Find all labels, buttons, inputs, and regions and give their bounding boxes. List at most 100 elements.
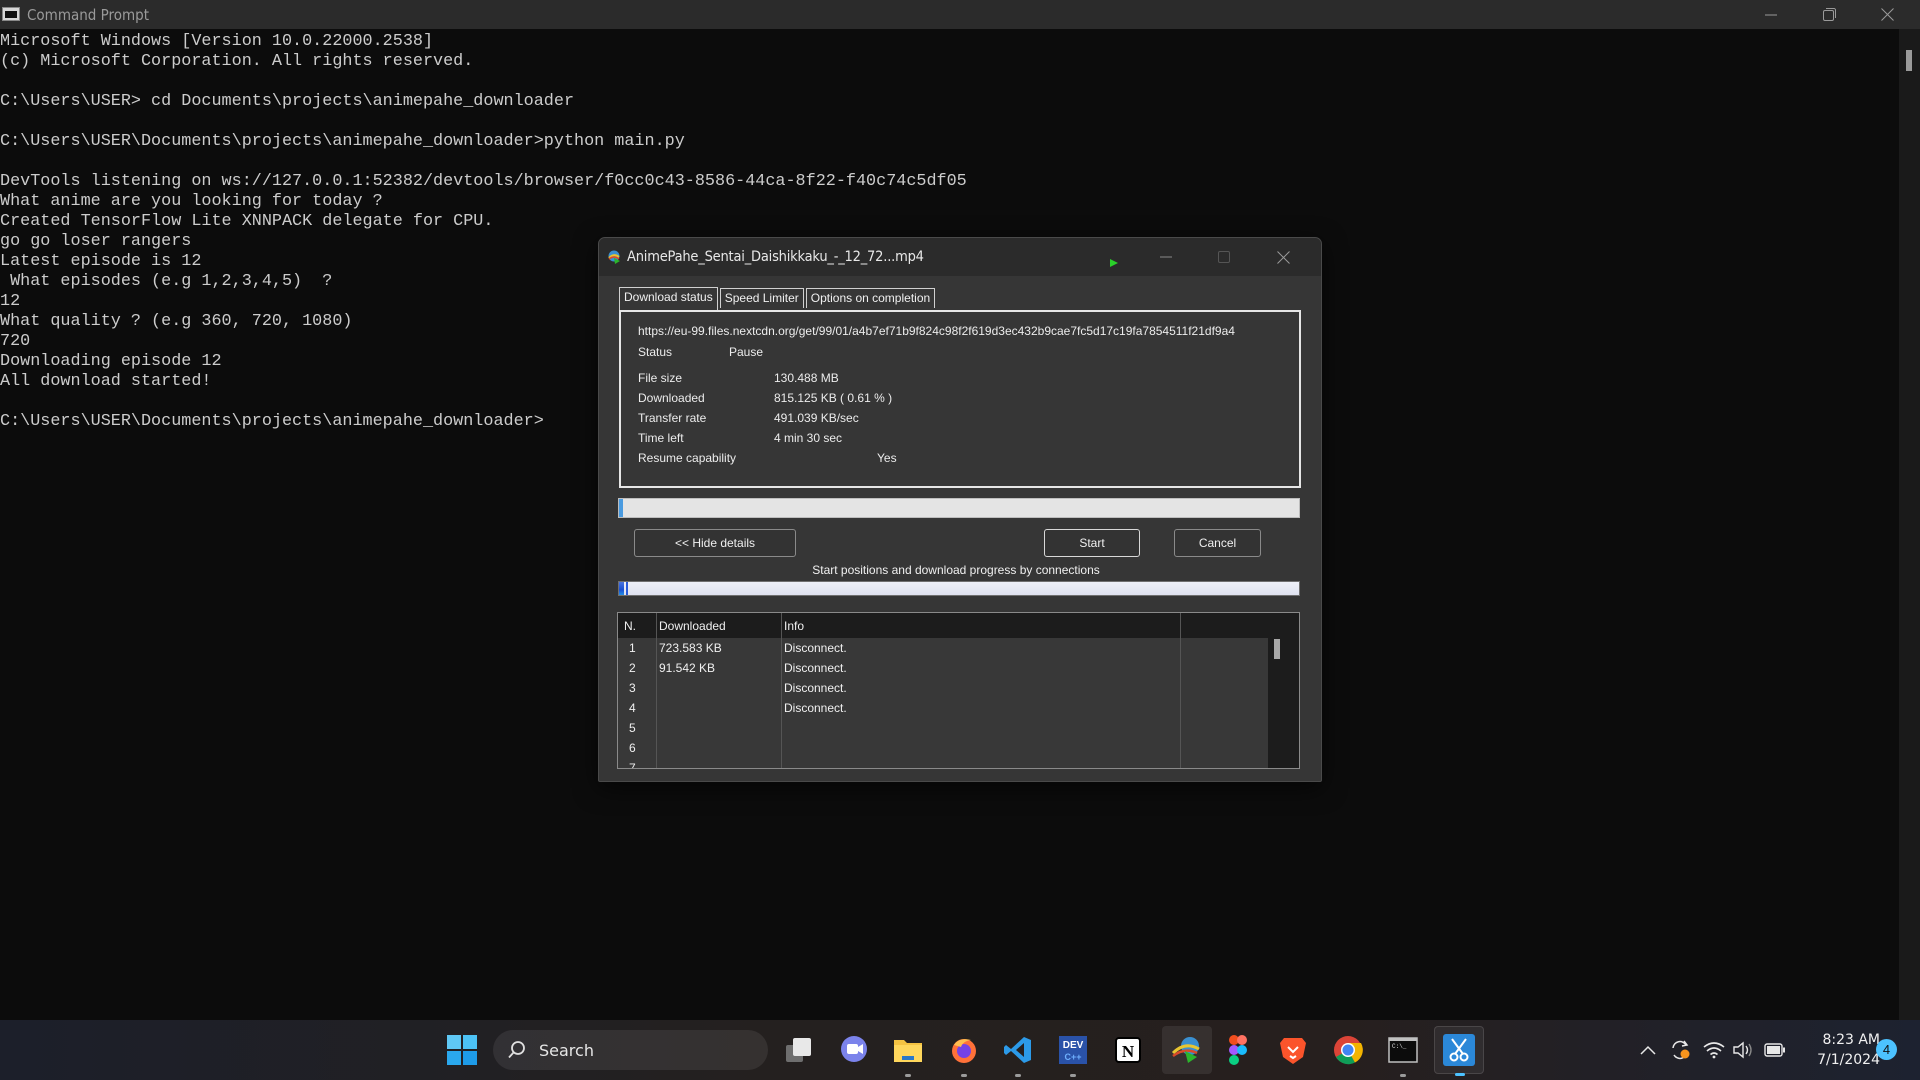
minimize-button[interactable]: [1742, 0, 1800, 29]
scrollbar-thumb[interactable]: [1906, 50, 1912, 71]
firefox-icon: [952, 1039, 976, 1063]
terminal-line: (c) Microsoft Corporation. All rights re…: [0, 52, 474, 71]
connections-caption: Start positions and download progress by…: [812, 563, 1100, 577]
connection-info: Disconnect.: [784, 681, 847, 695]
connection-number: 4: [629, 701, 636, 715]
chrome-button[interactable]: [1328, 1030, 1368, 1070]
terminal-scrollbar[interactable]: [1899, 29, 1920, 1020]
wifi-button[interactable]: [1701, 1020, 1727, 1080]
task-view-icon: [786, 1038, 811, 1062]
tab-options-on-completion[interactable]: Options on completion: [805, 288, 936, 308]
running-indicator: [1015, 1074, 1021, 1077]
connection-1-progress: [619, 582, 624, 595]
cancel-button[interactable]: Cancel: [1174, 529, 1261, 557]
svg-text:C++: C++: [1064, 1052, 1081, 1062]
vscode-icon: [1004, 1037, 1031, 1063]
file-explorer-button[interactable]: [888, 1030, 928, 1077]
tab-download-status[interactable]: Download status: [619, 287, 718, 310]
flag-icon: [1110, 259, 1118, 267]
svg-text:DEV: DEV: [1063, 1040, 1084, 1051]
dialog-title: AnimePahe_Sentai_Daishikkaku_-_12_72...m…: [627, 249, 924, 265]
show-hidden-icons-button[interactable]: [1638, 1020, 1658, 1080]
start-button[interactable]: Start: [1044, 529, 1140, 557]
tab-speed-limiter[interactable]: Speed Limiter: [719, 288, 804, 308]
download-progress-fill: [619, 499, 624, 517]
close-icon: [1276, 250, 1290, 264]
dialog-close-button[interactable]: [1263, 242, 1303, 272]
tab-bar: Download status Speed Limiter Options on…: [619, 287, 937, 310]
downloaded-label: Downloaded: [638, 391, 705, 405]
table-scrollbar[interactable]: [1268, 638, 1299, 768]
cmd-titlebar[interactable]: Command Prompt: [0, 0, 1920, 29]
clock-date: 7/1/2024: [1817, 1052, 1880, 1068]
terminal-line: C:\Users\USER> cd Documents\projects\ani…: [0, 92, 575, 111]
resume-capability-value: Yes: [877, 451, 897, 465]
firefox-button[interactable]: [944, 1030, 984, 1077]
vscode-button[interactable]: [998, 1030, 1038, 1077]
terminal-icon: C:\_: [1388, 1037, 1418, 1063]
close-button[interactable]: [1858, 0, 1916, 29]
column-header-n[interactable]: N.: [624, 619, 636, 633]
transfer-rate-value: 491.039 KB/sec: [774, 411, 859, 425]
notion-icon: N: [1115, 1037, 1141, 1063]
transfer-rate-label: Transfer rate: [638, 411, 707, 425]
connection-number: 3: [629, 681, 636, 695]
idm-icon: [1171, 1037, 1200, 1063]
connections-progress-bar: [618, 581, 1300, 596]
taskbar-search[interactable]: Search: [493, 1030, 768, 1070]
connection-number: 2: [629, 661, 636, 675]
connection-number: 7: [629, 761, 636, 769]
maximize-icon: [1218, 251, 1230, 263]
idm-button[interactable]: [1162, 1026, 1212, 1074]
column-separator: [781, 613, 782, 768]
connection-number: 6: [629, 741, 636, 755]
table-row[interactable]: 5: [618, 718, 1268, 738]
battery-button[interactable]: [1760, 1020, 1790, 1080]
column-header-info[interactable]: Info: [784, 619, 804, 633]
brave-button[interactable]: [1273, 1030, 1313, 1070]
table-row[interactable]: 2 91.542 KB Disconnect.: [618, 658, 1268, 678]
windows-logo-icon: [447, 1035, 477, 1065]
task-view-button[interactable]: [779, 1030, 819, 1070]
hide-details-button[interactable]: << Hide details: [634, 529, 796, 557]
brave-icon: [1280, 1038, 1306, 1064]
table-row[interactable]: 3 Disconnect.: [618, 678, 1268, 698]
terminal-button[interactable]: C:\_: [1383, 1030, 1423, 1077]
file-size-label: File size: [638, 371, 683, 385]
restore-icon: [1822, 8, 1836, 21]
table-row[interactable]: 4 Disconnect.: [618, 698, 1268, 718]
notion-button[interactable]: N: [1108, 1030, 1148, 1070]
resume-capability-label: Resume capability: [638, 451, 737, 465]
sync-icon: [1672, 1040, 1690, 1060]
taskbar-clock[interactable]: 8:23 AM 7/1/2024: [1800, 1030, 1880, 1070]
volume-button[interactable]: [1730, 1020, 1756, 1080]
minimize-icon: [1160, 256, 1172, 258]
column-header-downloaded[interactable]: Downloaded: [659, 619, 726, 633]
download-status-panel: https://eu-99.files.nextcdn.org/get/99/0…: [619, 310, 1301, 488]
notification-badge[interactable]: 4: [1876, 1039, 1897, 1060]
teams-chat-button[interactable]: [834, 1030, 874, 1070]
table-row[interactable]: 1 723.583 KB Disconnect.: [618, 638, 1268, 658]
minimize-icon: [1765, 14, 1777, 15]
scrollbar-thumb[interactable]: [1274, 639, 1280, 659]
terminal-line: Created TensorFlow Lite XNNPACK delegate…: [0, 212, 494, 231]
figma-button[interactable]: [1218, 1030, 1258, 1070]
dialog-titlebar[interactable]: AnimePahe_Sentai_Daishikkaku_-_12_72...m…: [599, 238, 1321, 276]
chevron-up-icon: [1640, 1045, 1656, 1055]
dialog-minimize-button[interactable]: [1146, 242, 1186, 272]
scissors-icon: [1443, 1034, 1475, 1066]
snipping-tool-button[interactable]: [1434, 1026, 1484, 1076]
battery-icon: [1764, 1043, 1785, 1057]
dev-cpp-button[interactable]: DEV C++: [1053, 1030, 1093, 1077]
connection-2-progress: [626, 582, 628, 595]
running-indicator: [905, 1074, 911, 1077]
restore-button[interactable]: [1800, 0, 1858, 29]
table-row[interactable]: 6: [618, 738, 1268, 758]
start-button[interactable]: [442, 1030, 482, 1070]
connection-info: Disconnect.: [784, 661, 847, 675]
table-row[interactable]: 7: [618, 758, 1268, 769]
sync-status-button[interactable]: [1667, 1020, 1693, 1080]
connection-number: 5: [629, 721, 636, 735]
status-value: Pause: [729, 345, 764, 359]
